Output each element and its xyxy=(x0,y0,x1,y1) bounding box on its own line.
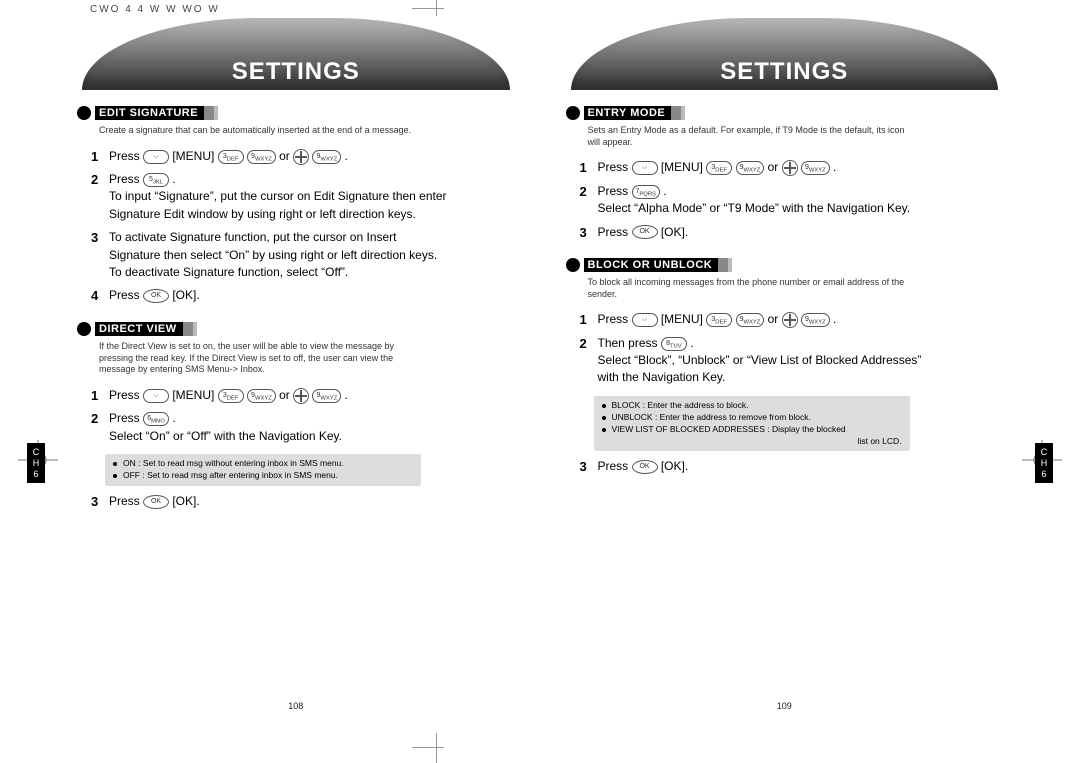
info-box: BLOCK : Enter the address to block. UNBL… xyxy=(594,396,910,452)
step-item: Press 6MNO .Select “On” or “Off” with th… xyxy=(91,407,449,448)
chapter-tab: CH6 xyxy=(27,443,45,483)
bullet-icon xyxy=(77,106,91,120)
step-item: Press OK [OK]. xyxy=(91,490,449,513)
step-item: Press OK [OK]. xyxy=(580,221,938,244)
key-9-icon: 9WXYZ xyxy=(312,389,341,403)
key-3-icon: 3DEF xyxy=(218,389,244,403)
section-title: BLOCK OR UNBLOCK xyxy=(584,258,729,272)
banner-title: SETTINGS xyxy=(720,58,848,86)
key-6-icon: 6MNO xyxy=(143,412,169,426)
ok-key-icon: OK xyxy=(143,495,169,509)
ok-key-icon: OK xyxy=(632,225,658,239)
scan-sheet: CWO 4 4 W W WO W CH6 SETTINGS EDIT SIGNA… xyxy=(0,0,1080,763)
bullet-icon xyxy=(77,322,91,336)
banner-title: SETTINGS xyxy=(232,58,360,86)
steps-list: Press ⌵ [MENU] 3DEF 9WXYZ or 9WXYZ . Pre… xyxy=(580,156,1004,244)
section-head-block: BLOCK OR UNBLOCK xyxy=(566,258,729,272)
nav-key-icon xyxy=(293,149,309,165)
key-8-icon: 8TUV xyxy=(661,337,687,351)
key-5-icon: 5JKL xyxy=(143,173,169,187)
ok-key-icon: OK xyxy=(143,289,169,303)
steps-list: Press OK [OK]. xyxy=(91,490,515,513)
crop-mark-icon xyxy=(420,0,437,16)
key-3-icon: 3DEF xyxy=(218,150,244,164)
section-head-direct-view: DIRECT VIEW xyxy=(77,322,193,336)
page-banner: SETTINGS xyxy=(571,18,999,90)
section-head-entry-mode: ENTRY MODE xyxy=(566,106,682,120)
steps-list: Press ⌵ [MENU] 3DEF 9WXYZ or 9WXYZ . Pre… xyxy=(91,145,515,308)
step-item: Press OK [OK]. xyxy=(580,455,938,478)
info-row: OFF : Set to read msg after entering inb… xyxy=(113,470,413,482)
key-9-icon: 9WXYZ xyxy=(736,161,765,175)
section-title: DIRECT VIEW xyxy=(95,322,193,336)
section-desc: Sets an Entry Mode as a default. For exa… xyxy=(588,125,908,148)
softkey-icon: ⌵ xyxy=(632,161,658,175)
section-head-edit-signature: EDIT SIGNATURE xyxy=(77,106,214,120)
section-desc: If the Direct View is set to on, the use… xyxy=(99,341,419,376)
section-desc: Create a signature that can be automatic… xyxy=(99,125,419,137)
step-item: Press 5JKL .To input “Signature”, put th… xyxy=(91,168,449,226)
key-9-icon: 9WXYZ xyxy=(736,313,765,327)
section-title: ENTRY MODE xyxy=(584,106,682,120)
info-row: BLOCK : Enter the address to block. xyxy=(602,400,902,412)
scan-header-text: CWO 4 4 W W WO W xyxy=(90,4,220,15)
page-banner: SETTINGS xyxy=(82,18,510,90)
crop-mark-icon xyxy=(420,733,437,763)
bullet-icon xyxy=(566,106,580,120)
info-row: UNBLOCK : Enter the address to remove fr… xyxy=(602,412,902,424)
info-row: ON : Set to read msg without entering in… xyxy=(113,458,413,470)
bullet-icon xyxy=(566,258,580,272)
nav-key-icon xyxy=(293,388,309,404)
step-item: Press 7PQRS .Select “Alpha Mode” or “T9 … xyxy=(580,180,938,221)
key-9-icon: 9WXYZ xyxy=(801,313,830,327)
step-item: Press ⌵ [MENU] 3DEF 9WXYZ or 9WXYZ . xyxy=(580,156,938,179)
softkey-icon: ⌵ xyxy=(143,389,169,403)
step-item: Press ⌵ [MENU] 3DEF 9WXYZ or 9WXYZ . xyxy=(580,308,938,331)
info-row: VIEW LIST OF BLOCKED ADDRESSES : Display… xyxy=(602,424,902,448)
page-left: CH6 SETTINGS EDIT SIGNATURE Create a sig… xyxy=(52,18,540,723)
key-3-icon: 3DEF xyxy=(706,313,732,327)
softkey-icon: ⌵ xyxy=(632,313,658,327)
key-9-icon: 9WXYZ xyxy=(801,161,830,175)
steps-list: Press ⌵ [MENU] 3DEF 9WXYZ or 9WXYZ . The… xyxy=(580,308,1004,390)
step-item: Press ⌵ [MENU] 3DEF 9WXYZ or 9WXYZ . xyxy=(91,384,449,407)
page-number: 108 xyxy=(52,701,540,711)
page-right: CH6 SETTINGS ENTRY MODE Sets an Entry Mo… xyxy=(541,18,1029,723)
key-7-icon: 7PQRS xyxy=(632,185,660,199)
key-9-icon: 9WXYZ xyxy=(247,150,276,164)
key-9-icon: 9WXYZ xyxy=(247,389,276,403)
softkey-icon: ⌵ xyxy=(143,150,169,164)
step-item: To activate Signature function, put the … xyxy=(91,226,449,284)
key-3-icon: 3DEF xyxy=(706,161,732,175)
steps-list: Press ⌵ [MENU] 3DEF 9WXYZ or 9WXYZ . Pre… xyxy=(91,384,515,448)
section-desc: To block all incoming messages from the … xyxy=(588,277,908,300)
nav-key-icon xyxy=(782,312,798,328)
chapter-tab: CH6 xyxy=(1035,443,1053,483)
step-item: Press OK [OK]. xyxy=(91,284,449,307)
key-9-icon: 9WXYZ xyxy=(312,150,341,164)
section-title: EDIT SIGNATURE xyxy=(95,106,214,120)
step-item: Press ⌵ [MENU] 3DEF 9WXYZ or 9WXYZ . xyxy=(91,145,449,168)
page-spread: CH6 SETTINGS EDIT SIGNATURE Create a sig… xyxy=(52,18,1028,723)
info-box: ON : Set to read msg without entering in… xyxy=(105,454,421,486)
step-item: Then press 8TUV .Select “Block”, “Unbloc… xyxy=(580,332,938,390)
ok-key-icon: OK xyxy=(632,460,658,474)
steps-list: Press OK [OK]. xyxy=(580,455,1004,478)
page-number: 109 xyxy=(541,701,1029,711)
nav-key-icon xyxy=(782,160,798,176)
